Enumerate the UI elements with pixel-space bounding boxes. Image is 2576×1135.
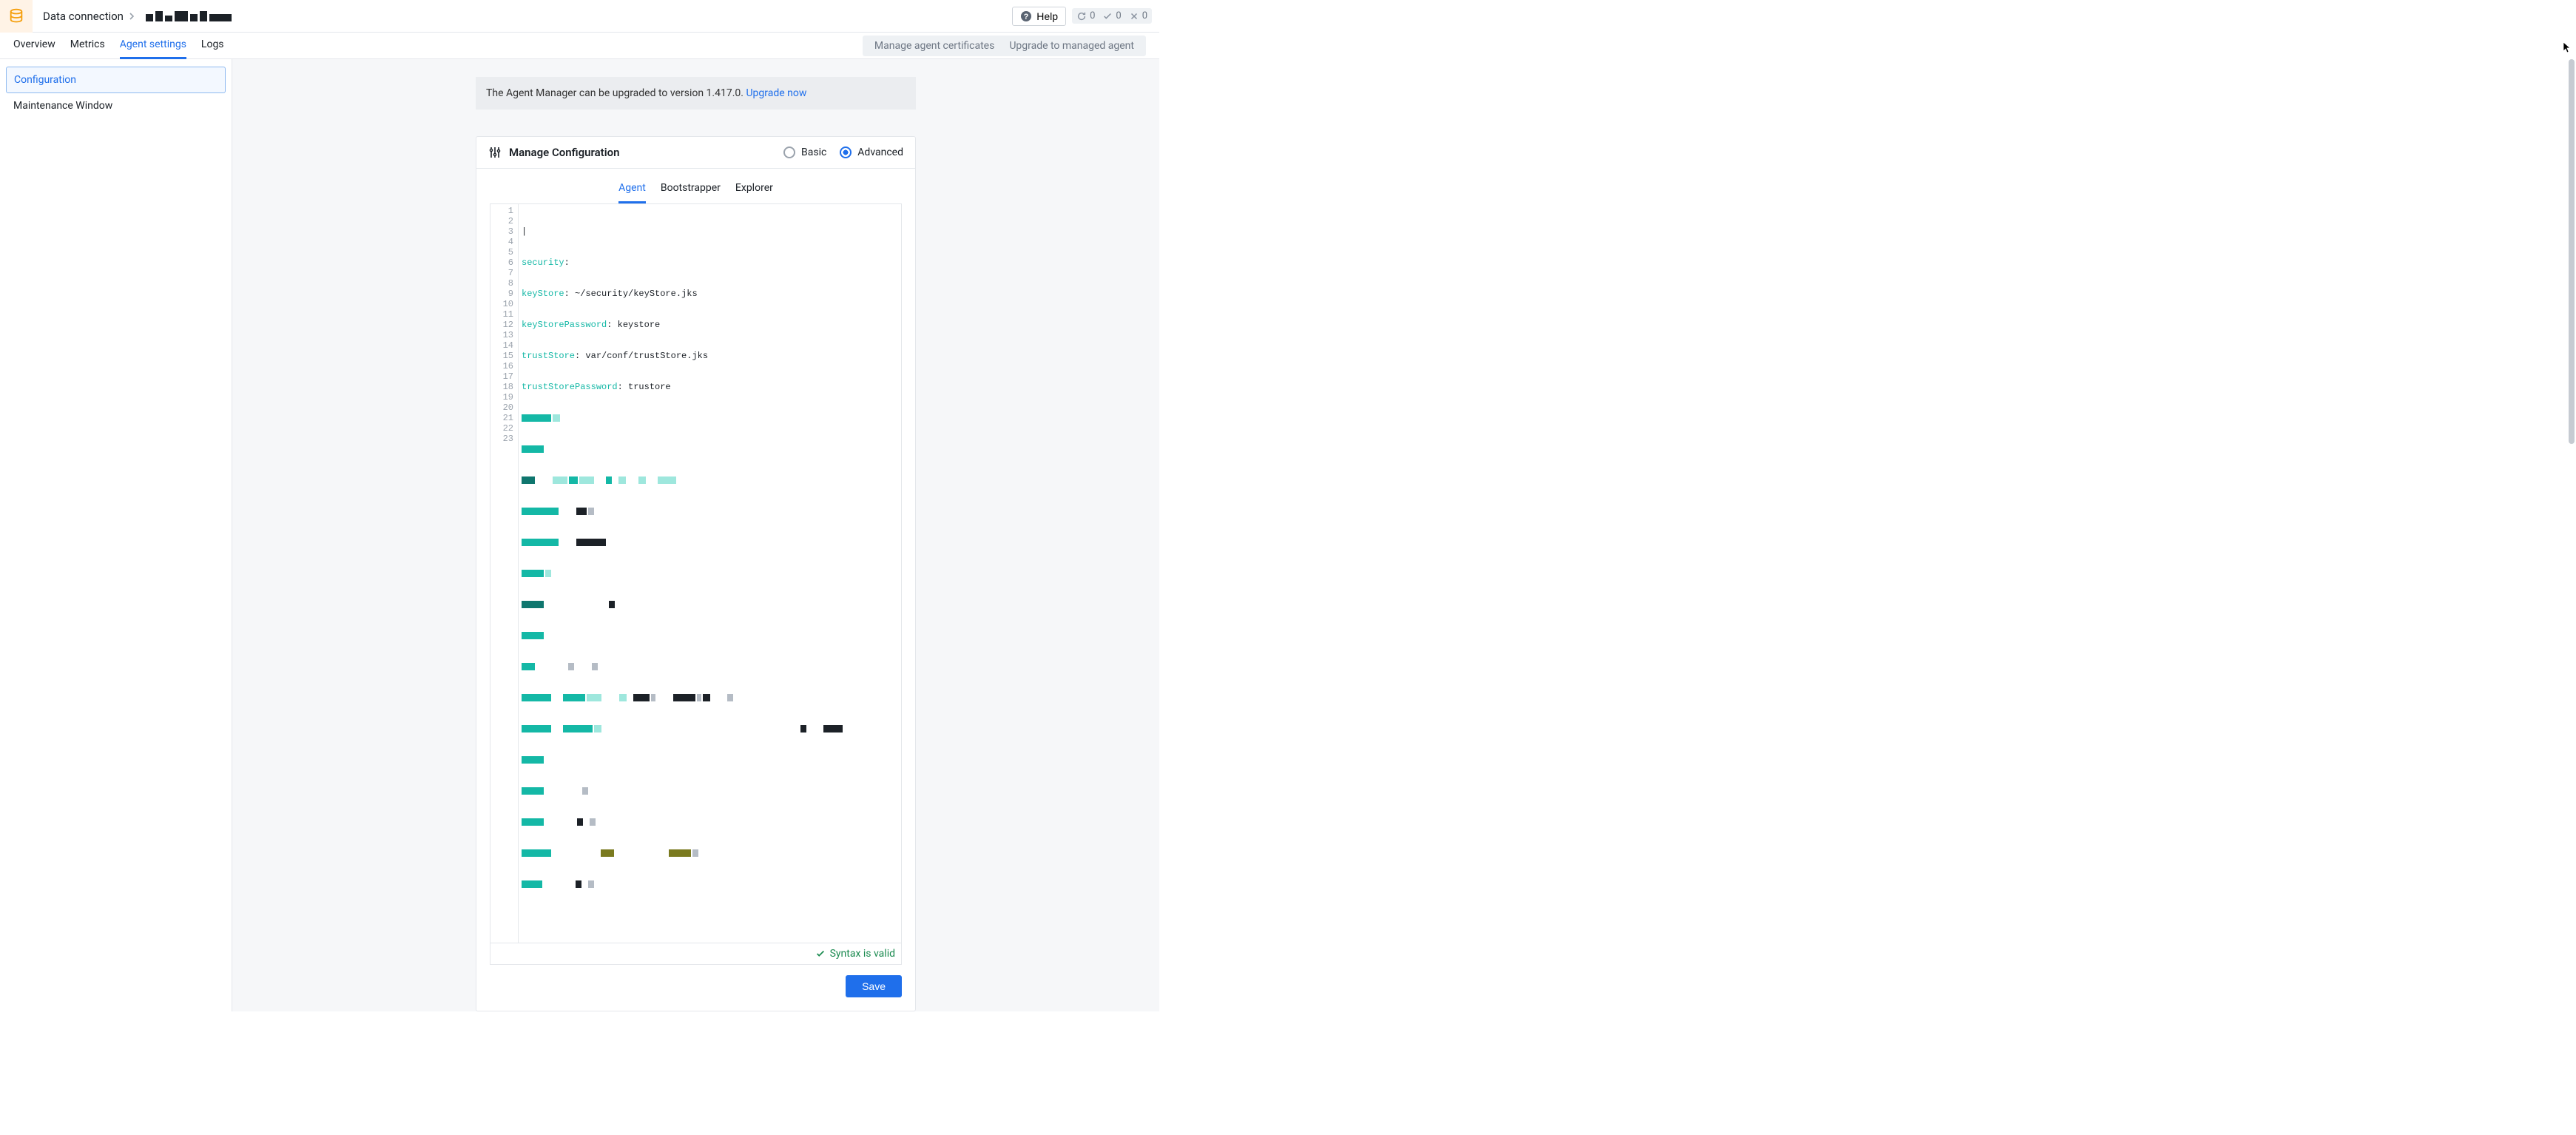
database-icon [8,8,24,24]
radio-advanced[interactable]: Advanced [840,146,903,158]
help-label: Help [1036,10,1058,22]
status-refresh[interactable]: 0 [1076,10,1095,21]
breadcrumb-label: Data connection [43,10,124,23]
upgrade-now-link[interactable]: Upgrade now [746,87,806,99]
app-icon [0,0,33,33]
chevron-right-icon [128,10,135,23]
radio-basic-label: Basic [801,146,826,158]
help-button[interactable]: ? Help [1012,7,1066,26]
sidebar: Configuration Maintenance Window [0,59,232,1011]
x-icon [1129,11,1139,21]
tab-overview[interactable]: Overview [13,33,55,59]
config-inner-tabs: Agent Bootstrapper Explorer [476,169,915,203]
check-icon [1102,11,1113,21]
radio-indicator [840,146,852,158]
config-editor[interactable]: 1234567891011121314151617181920212223 | … [490,203,902,965]
save-button[interactable]: Save [846,975,902,997]
radio-basic[interactable]: Basic [783,146,826,158]
main-tabbar: Overview Metrics Agent settings Logs Man… [0,33,1159,59]
editor-footer: Syntax is valid [490,943,901,964]
vertical-scrollbar[interactable] [2567,59,2576,503]
upgrade-managed-agent-button[interactable]: Upgrade to managed agent [1002,40,1142,52]
check-icon [815,949,826,959]
sidebar-item-maintenance[interactable]: Maintenance Window [6,93,226,118]
breadcrumb[interactable]: Data connection [43,10,232,23]
cursor-icon [2563,41,2572,56]
inner-tab-agent[interactable]: Agent [618,178,646,203]
tab-agent-settings[interactable]: Agent settings [120,33,186,59]
scrollbar-thumb[interactable] [2569,59,2575,444]
syntax-valid-indicator: Syntax is valid [815,948,895,960]
status-success[interactable]: 0 [1102,10,1121,21]
sidebar-item-configuration[interactable]: Configuration [6,67,226,93]
editor-gutter: 1234567891011121314151617181920212223 [490,204,519,943]
main-panel: The Agent Manager can be upgraded to ver… [232,59,1159,1011]
card-title: Manage Configuration [509,146,620,159]
manage-config-card: Manage Configuration Basic Advanced [476,136,916,1011]
svg-text:?: ? [1024,13,1029,21]
inner-tab-explorer[interactable]: Explorer [735,178,773,203]
sliders-icon [488,146,502,159]
radio-advanced-label: Advanced [857,146,903,158]
tab-metrics[interactable]: Metrics [70,33,105,59]
upgrade-banner: The Agent Manager can be upgraded to ver… [476,77,916,110]
mode-radio-group: Basic Advanced [783,146,903,158]
body: Configuration Maintenance Window The Age… [0,59,1159,1011]
tab-logs[interactable]: Logs [201,33,224,59]
refresh-icon [1076,11,1087,21]
tabbar-right-group: Manage agent certificates Upgrade to man… [863,36,1146,56]
status-pill-group: 0 0 0 [1072,8,1152,24]
banner-text: The Agent Manager can be upgraded to ver… [486,87,746,99]
card-actions: Save [476,965,915,1011]
inner-tab-bootstrapper[interactable]: Bootstrapper [661,178,721,203]
status-fail[interactable]: 0 [1129,10,1147,21]
manage-certificates-button[interactable]: Manage agent certificates [867,40,1002,52]
redacted-title [146,11,232,21]
help-icon: ? [1020,10,1032,22]
app-header: Data connection ? Help 0 0 0 [0,0,1159,33]
card-header: Manage Configuration Basic Advanced [476,137,915,169]
editor-code[interactable]: | security: keyStore: ~/security/keyStor… [519,204,844,943]
radio-indicator [783,146,795,158]
